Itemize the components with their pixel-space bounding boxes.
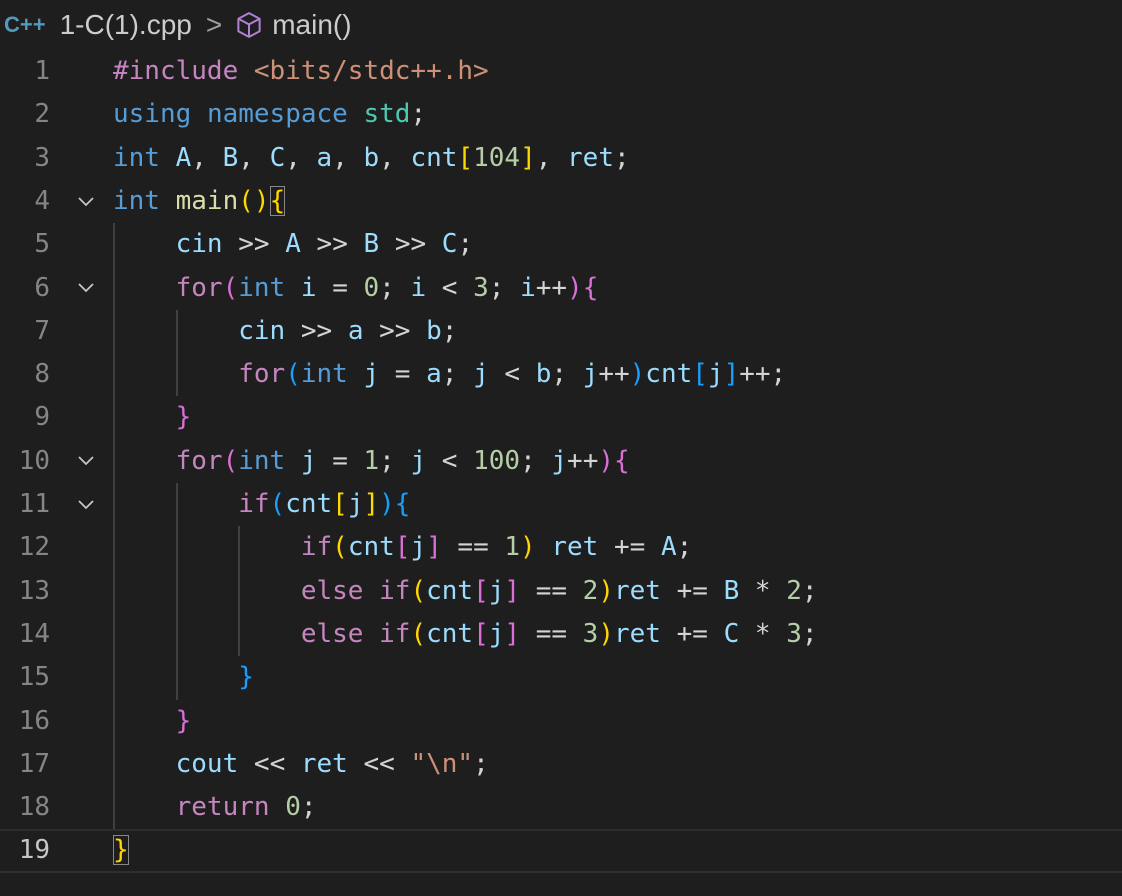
code-text: cin >> a >> b; — [238, 315, 458, 346]
line-number: 10 — [18, 445, 50, 476]
code-text: int A, B, C, a, b, cnt[104], ret; — [113, 142, 630, 173]
code-text: return 0; — [175, 792, 317, 823]
indent-guide — [175, 309, 178, 397]
code-text: for(int j = a; j < b; j++)cnt[j]++; — [238, 359, 787, 390]
line-number: 3 — [34, 142, 50, 173]
code-text: } — [175, 705, 192, 736]
code-text: } — [113, 835, 129, 866]
line-number: 14 — [18, 618, 50, 649]
line-number: 4 — [34, 185, 50, 216]
code-text: for(int i = 0; i < 3; i++){ — [175, 272, 599, 303]
code-editor[interactable]: 1 #include <bits/stdc++.h> 2 using namespac… — [0, 50, 1122, 896]
code-line[interactable]: 2 using namespace std; — [0, 93, 1122, 136]
code-text: cin >> A >> B >> C; — [175, 229, 474, 260]
code-line[interactable]: 1 #include <bits/stdc++.h> — [0, 50, 1122, 93]
line-number: 1 — [34, 56, 50, 86]
chevron-right-icon: > — [205, 9, 223, 40]
line-number: 16 — [18, 705, 50, 736]
code-line[interactable]: 13 else if(cnt[j] == 2)ret += B * 2; — [0, 570, 1122, 613]
line-number: 13 — [18, 575, 50, 606]
line-number: 11 — [18, 489, 50, 519]
indent-guide — [113, 223, 115, 830]
line-number: 18 — [18, 792, 50, 823]
line-number: 2 — [34, 99, 50, 130]
code-text: #include <bits/stdc++.h> — [113, 56, 489, 86]
line-number: 15 — [18, 662, 50, 693]
breadcrumb-symbol-name[interactable]: main() — [272, 9, 351, 41]
line-number: 6 — [34, 272, 50, 303]
code-line[interactable]: 16 } — [0, 700, 1122, 743]
code-text: int main(){ — [113, 185, 286, 216]
code-line[interactable]: 5 cin >> A >> B >> C; — [0, 223, 1122, 266]
code-line[interactable]: 18 return 0; — [0, 786, 1122, 829]
line-number: 5 — [34, 229, 50, 260]
code-text: } — [175, 402, 192, 433]
breadcrumb: C++ 1-C(1).cpp > main() — [0, 0, 1122, 50]
fold-chevron-down-icon[interactable] — [76, 440, 96, 483]
code-text: using namespace std; — [113, 99, 427, 130]
line-number: 8 — [34, 359, 50, 390]
code-line[interactable]: 17 cout << ret << "\n"; — [0, 743, 1122, 786]
cpp-file-icon: C++ — [4, 12, 46, 37]
breadcrumb-file-name[interactable]: 1-C(1).cpp — [60, 9, 192, 41]
code-line[interactable]: 9 } — [0, 396, 1122, 439]
code-line[interactable]: 15 } — [0, 656, 1122, 699]
line-number: 9 — [34, 402, 50, 433]
code-line[interactable]: 4 int main(){ — [0, 180, 1122, 223]
code-line[interactable]: 6 for(int i = 0; i < 3; i++){ — [0, 267, 1122, 310]
code-line[interactable]: 7 cin >> a >> b; — [0, 310, 1122, 353]
indent-guide — [175, 483, 178, 700]
code-text: if(cnt[j]){ — [238, 489, 411, 519]
line-number: 17 — [18, 748, 50, 779]
line-number: 19 — [18, 835, 50, 866]
line-number: 12 — [18, 532, 50, 563]
indent-guide — [238, 526, 241, 657]
code-text: } — [238, 662, 254, 693]
code-text: for(int j = 1; j < 100; j++){ — [175, 445, 630, 476]
fold-chevron-down-icon[interactable] — [76, 483, 96, 526]
code-line[interactable]: 8 for(int j = a; j < b; j++)cnt[j]++; — [0, 353, 1122, 396]
code-text: else if(cnt[j] == 2)ret += B * 2; — [300, 575, 818, 606]
code-text: cout << ret << "\n"; — [175, 748, 489, 779]
code-line[interactable]: 19} — [0, 829, 1122, 872]
code-line[interactable]: 11 if(cnt[j]){ — [0, 483, 1122, 526]
code-line[interactable]: 14 else if(cnt[j] == 3)ret += C * 3; — [0, 613, 1122, 656]
code-line[interactable]: 3 int A, B, C, a, b, cnt[104], ret; — [0, 137, 1122, 180]
symbol-method-icon — [237, 12, 261, 38]
fold-chevron-down-icon[interactable] — [76, 180, 96, 223]
code-line[interactable]: 12 if(cnt[j] == 1) ret += A; — [0, 526, 1122, 569]
code-line[interactable]: 10 for(int j = 1; j < 100; j++){ — [0, 440, 1122, 483]
code-text: if(cnt[j] == 1) ret += A; — [300, 532, 693, 563]
line-number: 7 — [34, 315, 50, 346]
fold-chevron-down-icon[interactable] — [76, 267, 96, 310]
code-text: else if(cnt[j] == 3)ret += C * 3; — [300, 618, 818, 649]
